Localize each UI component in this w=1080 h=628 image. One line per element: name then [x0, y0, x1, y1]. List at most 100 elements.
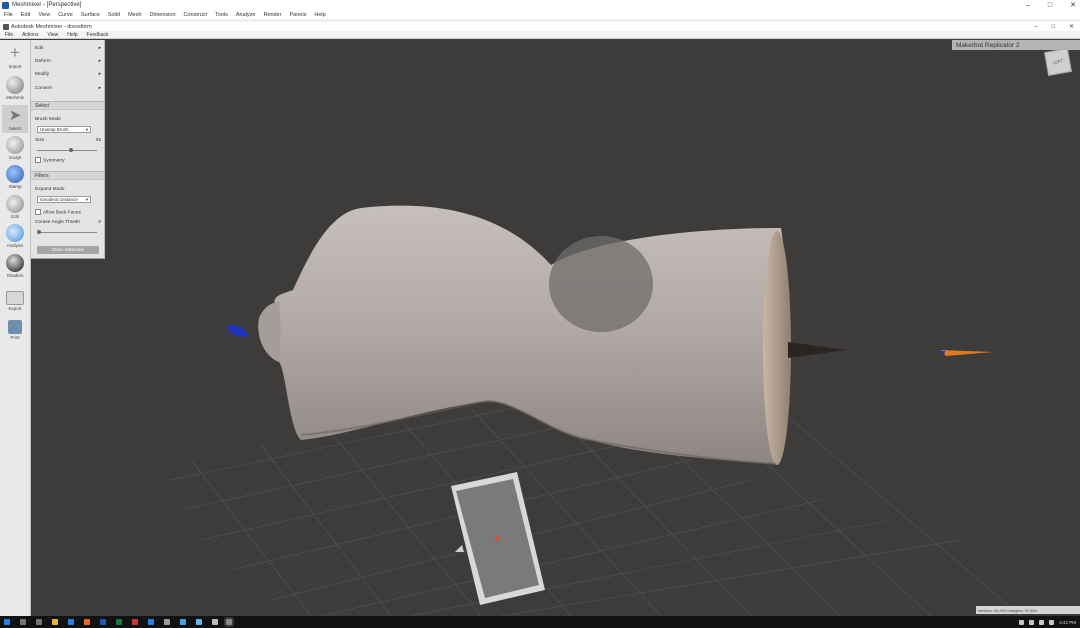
menu-curve[interactable]: Curve	[58, 12, 73, 18]
firefox-icon[interactable]	[84, 619, 90, 625]
crease-angle-row: Crease Angle Thresh 0	[35, 218, 101, 226]
tool-select[interactable]: ➤ Select	[2, 105, 28, 133]
brush-mode-value: Unwrap Brush	[40, 127, 69, 132]
start-icon[interactable]	[4, 619, 10, 625]
minimize-icon[interactable]: –	[1026, 2, 1030, 9]
app-icon	[2, 1, 9, 9]
chevron-right-icon: ▸	[98, 71, 101, 77]
settings-icon[interactable]	[164, 619, 170, 625]
menu-mesh[interactable]: Mesh	[128, 12, 141, 18]
main-menubar: File Edit View Curve Surface Solid Mesh …	[0, 10, 1080, 19]
menu-analyze[interactable]: Analyze	[236, 12, 256, 18]
select-section-header[interactable]: Select	[31, 101, 104, 110]
powerpoint-icon[interactable]	[132, 619, 138, 625]
volume-icon[interactable]	[1029, 619, 1035, 625]
filters-section-title: Filters	[35, 172, 49, 179]
tool-stamp[interactable]: Stamp	[2, 163, 28, 191]
chevron-right-icon: ▸	[98, 85, 101, 91]
notepad-icon[interactable]	[212, 619, 218, 625]
mail-icon[interactable]	[148, 619, 154, 625]
menu-help[interactable]: Help	[314, 12, 325, 18]
app-menu-file[interactable]: File	[5, 32, 13, 38]
file-explorer-icon[interactable]	[52, 619, 58, 625]
menu-view[interactable]: View	[38, 12, 50, 18]
tool-import[interactable]: + Import	[2, 43, 28, 71]
app-menu-actions[interactable]: Actions	[22, 32, 38, 38]
filters-section-header[interactable]: Filters	[31, 171, 104, 180]
menu-surface[interactable]: Surface	[81, 12, 100, 18]
brush-mode-row: Brush Mode	[35, 115, 101, 123]
paint-icon[interactable]	[196, 619, 202, 625]
allow-back-faces-row[interactable]: Allow Back Faces	[35, 208, 101, 216]
edge-icon[interactable]	[68, 619, 74, 625]
panel-menu-convert[interactable]: Convert ▸	[35, 84, 101, 92]
tool-sculpt-label: Sculpt	[8, 155, 22, 160]
window-title: Meshmixer - [Perspective]	[12, 2, 82, 8]
tool-analysis[interactable]: Analysis	[2, 222, 28, 250]
photos-icon[interactable]	[180, 619, 186, 625]
clock[interactable]: 3:42 PM	[1059, 620, 1076, 625]
notification-icon[interactable]	[1049, 619, 1055, 625]
menu-tools[interactable]: Tools	[215, 12, 228, 18]
menu-construct[interactable]: Construct	[184, 12, 208, 18]
size-slider-handle[interactable]	[69, 148, 73, 152]
allow-back-faces-checkbox[interactable]	[35, 208, 41, 215]
search-icon[interactable]	[20, 619, 26, 625]
doc-close-icon[interactable]: ✕	[1069, 23, 1074, 30]
app-menu-help[interactable]: Help	[67, 32, 77, 38]
task-view-icon[interactable]	[36, 619, 42, 625]
build-plate-origin-marker	[494, 535, 500, 541]
maximize-icon[interactable]: □	[1048, 2, 1052, 9]
tool-export-label: Export	[8, 306, 22, 311]
menu-render[interactable]: Render	[263, 12, 281, 18]
tool-stamp-label: Stamp	[8, 184, 22, 189]
panel-menu-deform[interactable]: Deform ▸	[35, 57, 101, 65]
menu-solid[interactable]: Solid	[108, 12, 120, 18]
allow-back-faces-label: Allow Back Faces	[43, 210, 81, 216]
size-value: 35	[95, 137, 101, 143]
network-icon[interactable]	[1019, 619, 1025, 625]
symmetry-row[interactable]: Symmetry	[35, 156, 101, 164]
close-icon[interactable]: ✕	[1070, 1, 1076, 9]
crease-angle-slider[interactable]	[37, 230, 97, 234]
menu-file[interactable]: File	[4, 12, 13, 18]
menu-dimension[interactable]: Dimension	[150, 12, 176, 18]
windows-taskbar: 3:42 PM	[0, 616, 1080, 628]
crease-angle-slider-handle[interactable]	[37, 230, 41, 234]
menu-edit[interactable]: Edit	[21, 12, 30, 18]
doc-maximize-icon[interactable]: □	[1051, 24, 1055, 30]
app-menu-view[interactable]: View	[47, 32, 58, 38]
select-section-title: Select	[35, 102, 49, 109]
panel-menu-edit[interactable]: Edit ▸	[35, 44, 101, 52]
symmetry-checkbox[interactable]	[35, 156, 41, 163]
tool-print[interactable]: Print	[2, 317, 28, 345]
sphere-icon	[6, 76, 24, 94]
tool-sculpt[interactable]: Sculpt	[2, 134, 28, 162]
scene-canvas[interactable]	[31, 40, 1080, 616]
tool-meshmix[interactable]: Meshmix	[2, 74, 28, 102]
word-icon[interactable]	[100, 619, 106, 625]
menu-panels[interactable]: Panels	[290, 12, 307, 18]
excel-icon[interactable]	[116, 619, 122, 625]
size-slider[interactable]	[37, 148, 97, 152]
3d-viewport[interactable]	[31, 40, 1080, 616]
tool-import-label: Import	[8, 64, 22, 69]
panel-menu-modify[interactable]: Modify ▸	[35, 70, 101, 78]
battery-icon[interactable]	[1039, 619, 1045, 625]
meshmixer-taskbar-icon[interactable]	[224, 617, 234, 627]
tool-export[interactable]: Export	[2, 286, 28, 314]
window-title-bar: Meshmixer - [Perspective] – □ ✕	[0, 0, 1080, 10]
tool-print-label: Print	[10, 335, 20, 340]
selection-region	[549, 236, 653, 332]
doc-minimize-icon[interactable]: –	[1034, 24, 1037, 30]
tool-edit[interactable]: Edit	[2, 193, 28, 221]
view-cube[interactable]: LEFT	[1044, 48, 1072, 76]
plus-icon: +	[10, 43, 20, 62]
brush-mode-dropdown[interactable]: Unwrap Brush ▾	[37, 126, 91, 133]
app-menu-feedback[interactable]: Feedback	[87, 32, 109, 38]
chevron-down-icon: ▾	[85, 126, 88, 132]
stamp-icon	[6, 165, 24, 183]
tool-shaders[interactable]: Shaders	[2, 252, 28, 280]
clear-selection-button[interactable]: Clear Selection	[37, 246, 99, 254]
expand-mode-dropdown[interactable]: Geodesic Distance ▾	[37, 196, 91, 203]
